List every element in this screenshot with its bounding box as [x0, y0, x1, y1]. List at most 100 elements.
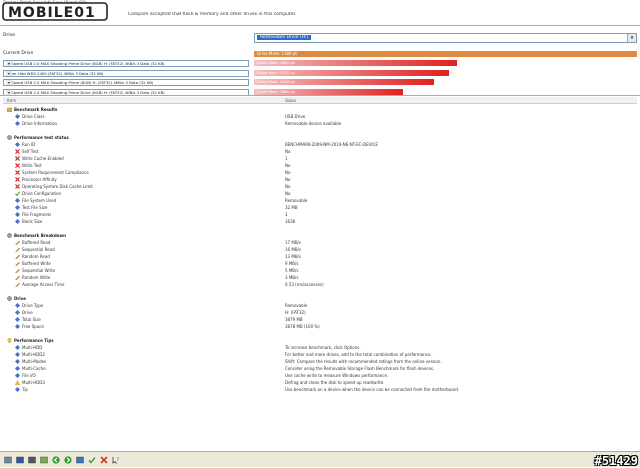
table-row[interactable]: Buffered Read 17 MB/s — [3, 239, 637, 246]
table-row[interactable]: Write Cache Enabled 1 — [3, 155, 637, 162]
table-row[interactable]: Tip Use benchmark on a device when the de… — [3, 386, 637, 393]
row-name: Block Size — [22, 219, 43, 224]
drive-select[interactable]: Removable Drive (H:) ▾ — [254, 33, 637, 43]
row-name: Average Access Time — [22, 282, 65, 287]
row-value: 0.53 (ms/accesses) — [285, 282, 324, 287]
chevron-down-icon[interactable]: ▾ — [6, 61, 12, 66]
stop-icon[interactable] — [100, 456, 108, 464]
diamond-icon — [15, 198, 20, 203]
row-name: Drive Type — [22, 303, 44, 308]
table-row[interactable]: Total Size 3879 MB — [3, 316, 637, 323]
row-value: 1638 — [285, 219, 296, 224]
group-row[interactable]: Benchmark Results — [3, 106, 637, 113]
gear-icon — [7, 296, 12, 301]
row-name: Performance test status — [14, 135, 69, 140]
table-row[interactable]: Drive H: (FAT32) — [3, 309, 637, 316]
svg-text:?: ? — [117, 457, 120, 463]
chevron-down-icon[interactable]: ▾ — [6, 80, 12, 85]
row-value: 16 MB/s — [285, 247, 301, 252]
table-row[interactable]: Multi-HDD2 For better and more drives, ad… — [3, 351, 637, 358]
diamond-icon — [15, 205, 20, 210]
pencil-icon — [15, 247, 20, 252]
table-row[interactable]: Run ID BENCHMARK-2009-NM-2019-NE-NT-EC-DE… — [3, 141, 637, 148]
group-row[interactable]: Performance test status — [3, 134, 637, 141]
table-row[interactable]: Average Access Time 0.53 (ms/accesses) — [3, 281, 637, 288]
compare-device-label: Hi-Speed USB 2.0 MAX Shooting Prime (8GB… — [6, 80, 154, 85]
chart-icon[interactable] — [40, 456, 48, 464]
column-header-value[interactable]: Value — [285, 98, 296, 103]
table-row[interactable]: File I/O Use cache write to measure Windo… — [3, 372, 637, 379]
table-row[interactable]: Operating System Disk Cache Limit No — [3, 183, 637, 190]
table-row[interactable] — [3, 225, 637, 232]
back-icon[interactable] — [52, 456, 60, 464]
chevron-down-icon[interactable]: ▾ — [627, 34, 636, 42]
refresh-icon[interactable] — [76, 456, 84, 464]
row-name: Benchmark Breakdown — [14, 233, 66, 238]
table-row[interactable]: System Requirement Compliance No — [3, 169, 637, 176]
table-row[interactable] — [3, 127, 637, 134]
forward-icon[interactable] — [64, 456, 72, 464]
group-row[interactable]: Performance Tips — [3, 337, 637, 344]
row-value: No — [285, 177, 291, 182]
group-row[interactable]: Benchmark Breakdown — [3, 232, 637, 239]
table-row[interactable]: Write Test No — [3, 162, 637, 169]
table-row[interactable]: Multi-HDD To increase benchmark, click Op… — [3, 344, 637, 351]
table-row[interactable]: Processor Affinity No — [3, 176, 637, 183]
chevron-down-icon[interactable]: ▾ — [6, 89, 12, 95]
row-name: File Fragments — [22, 212, 52, 217]
table-row[interactable]: Multi-Cache Consider using the Removable … — [3, 365, 637, 372]
table-row[interactable]: Block Size 1638 — [3, 218, 637, 225]
diamond-icon — [15, 373, 20, 378]
table-row[interactable]: Drive Class USB Drive — [3, 113, 637, 120]
row-value: 5 MB/s — [285, 268, 299, 273]
table-row[interactable]: Sequential Read 16 MB/s — [3, 246, 637, 253]
row-value: Shift: Compare the results with recommen… — [285, 359, 442, 364]
compare-device-label: Hi-Speed USB 2.0 MAX Shooting Prime Driv… — [6, 61, 165, 66]
compare-device-select[interactable]: Other Hdd WD5 2400 (FAT32) 4KB/s 3 Data … — [3, 69, 249, 77]
table-row[interactable] — [3, 288, 637, 295]
check-icon[interactable] — [88, 456, 96, 464]
open-icon[interactable] — [4, 456, 12, 464]
compare-device-label: Other Hdd WD5 2400 (FAT32) 4KB/s 3 Data … — [6, 70, 104, 76]
diamond-icon — [15, 142, 20, 147]
compare-bar-text: Drive Mark: 4000 pt — [257, 79, 295, 84]
table-row[interactable]: Self Test No — [3, 148, 637, 155]
row-value: Removable — [285, 198, 308, 203]
table-row[interactable]: Drive Information Removable device availa… — [3, 120, 637, 127]
table-row[interactable]: Drive Configuration No — [3, 190, 637, 197]
compare-row: Hi-Speed USB 2.0 MAX Shooting Prime Driv… — [3, 60, 637, 67]
compare-bar: Drive Mark: 3800 pt — [254, 88, 404, 95]
save-icon[interactable] — [16, 456, 24, 464]
table-row[interactable]: File System Used Removable — [3, 197, 637, 204]
compare-device-select[interactable]: Hi-Speed USB 2.0 MAX Shooting Prime (8GB… — [3, 79, 249, 86]
x-icon — [15, 156, 20, 161]
row-value: 3879 MB — [285, 317, 303, 322]
column-header-item[interactable]: Item — [7, 98, 16, 103]
table-row[interactable]: Random Write 3 MB/s — [3, 274, 637, 281]
table-row[interactable]: Multi-Modes Shift: Compare the results wi… — [3, 358, 637, 365]
table-row[interactable]: Random Read 13 MB/s — [3, 253, 637, 260]
current-drive-label: Current Drive — [3, 51, 34, 56]
compare-bar-text: Drive Mark: 3800 pt — [257, 88, 295, 94]
help-icon[interactable]: ? — [112, 456, 120, 464]
x-icon — [15, 149, 20, 154]
table-row[interactable]: Multi-HDD3 Defrag and clean the disk to s… — [3, 379, 637, 386]
print-icon[interactable] — [28, 456, 36, 464]
table-row[interactable]: File Fragments 1 — [3, 211, 637, 218]
row-name: Benchmark Results — [14, 107, 58, 112]
table-row[interactable]: Sequential Write 5 MB/s — [3, 267, 637, 274]
table-row[interactable] — [3, 330, 637, 337]
table-row[interactable]: Test File Size 32 MB — [3, 204, 637, 211]
table-row[interactable]: Drive Type Removable — [3, 302, 637, 309]
row-value: Use benchmark on a device when the devic… — [285, 387, 460, 392]
table-row[interactable]: Buffered Write 9 MB/s — [3, 260, 637, 267]
chevron-down-icon[interactable]: ▾ — [6, 70, 12, 76]
row-name: Write Test — [22, 163, 42, 168]
row-name: Drive Configuration — [22, 191, 62, 196]
group-row[interactable]: Drive — [3, 295, 637, 302]
row-name: Free Space — [22, 324, 44, 329]
compare-device-select[interactable]: Hi-Speed USB 2.0 MAX Shooting Prime Driv… — [3, 60, 249, 67]
title-bar: Dreame Batch Spec Info Save (Bench Bill)… — [0, 0, 640, 24]
table-row[interactable]: Free Space 3878 MB (100 %) — [3, 323, 637, 330]
row-name: Buffered Read — [22, 240, 51, 245]
